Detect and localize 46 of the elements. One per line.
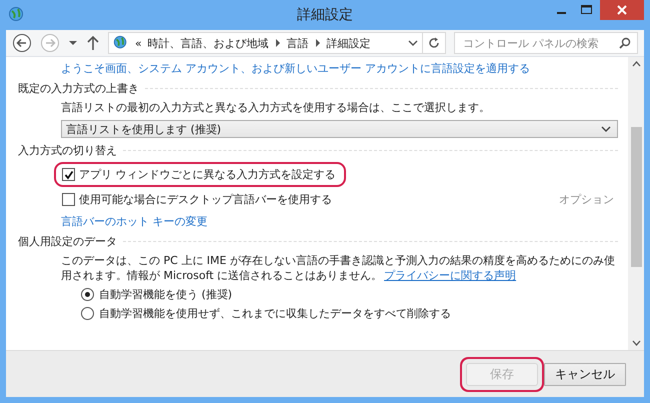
- close-button[interactable]: [600, 0, 644, 20]
- globe-icon: [113, 35, 129, 51]
- privacy-paragraph: このデータは、この PC 上に IME が存在しない言語の手書き認識と予測入力の結果の精度を高めるためにのみ使用されます。情報が Microsoft に送信されることはありません。 プライバシーに関する声明: [61, 253, 616, 283]
- scroll-down-icon[interactable]: [632, 340, 640, 346]
- breadcrumb-item[interactable]: 時計、言語、および地域: [148, 36, 269, 50]
- breadcrumb-item[interactable]: 詳細設定: [326, 36, 371, 50]
- chevron-icon: [274, 39, 281, 47]
- back-button[interactable]: [12, 33, 32, 53]
- radio-label[interactable]: 自動学習機能を使用せず、これまでに収集したデータをすべて削除する: [99, 306, 451, 321]
- address-bar[interactable]: « 時計、言語、および地域 言語 詳細設定: [108, 32, 423, 54]
- window-title: 詳細設定: [296, 6, 354, 24]
- minimize-icon: [556, 12, 566, 14]
- breadcrumb-item[interactable]: 言語: [286, 36, 309, 50]
- scrollbar[interactable]: [628, 57, 644, 350]
- section-heading: 入力方式の切り替え: [18, 143, 117, 158]
- section-heading: 既定の入力方式の上書き: [18, 81, 139, 96]
- input-method-dropdown[interactable]: 言語リストを使用します (推奨): [61, 120, 618, 138]
- caret-icon: [601, 125, 611, 133]
- close-icon: [617, 5, 627, 15]
- radio-button[interactable]: [81, 307, 94, 320]
- option-label: オプション: [559, 192, 614, 207]
- radio-label[interactable]: 自動学習機能を使う (推奨): [99, 287, 232, 302]
- checkmark-icon: [64, 170, 74, 180]
- dropdown-caret-icon[interactable]: [408, 39, 418, 47]
- privacy-link[interactable]: プライバシーに関する声明: [384, 269, 516, 282]
- checkbox[interactable]: [62, 168, 75, 181]
- checkbox-label[interactable]: 使用可能な場合にデスクトップ言語バーを使用する: [79, 192, 332, 207]
- globe-icon: [8, 6, 26, 24]
- search-field[interactable]: コントロール パネルの検索: [454, 32, 638, 54]
- section-heading: 個人用設定のデータ: [18, 234, 117, 249]
- checkbox-label[interactable]: アプリ ウィンドウごとに異なる入力方式を設定する: [79, 167, 336, 182]
- maximize-icon: [581, 5, 593, 15]
- description-text: 言語リストの最初の入力方式と異なる入力方式を使用する場合は、ここで選択します。: [61, 100, 491, 115]
- hotkey-link[interactable]: 言語バーのホット キーの変更: [61, 214, 618, 229]
- dropdown-caret-icon[interactable]: [68, 39, 78, 47]
- scroll-up-icon[interactable]: [632, 61, 640, 67]
- chevron-icon: [314, 39, 321, 47]
- checkbox[interactable]: [62, 193, 75, 206]
- search-icon: [619, 37, 631, 49]
- refresh-icon: [428, 37, 440, 49]
- refresh-button[interactable]: [422, 32, 446, 54]
- breadcrumb-overflow[interactable]: «: [135, 36, 142, 50]
- scrollbar-thumb[interactable]: [631, 127, 642, 267]
- radio-button[interactable]: [81, 288, 94, 301]
- up-arrow-icon[interactable]: [86, 35, 100, 51]
- apply-settings-link[interactable]: ようこそ画面、システム アカウント、および新しいユーザー アカウントに言語設定を適用する: [61, 61, 618, 76]
